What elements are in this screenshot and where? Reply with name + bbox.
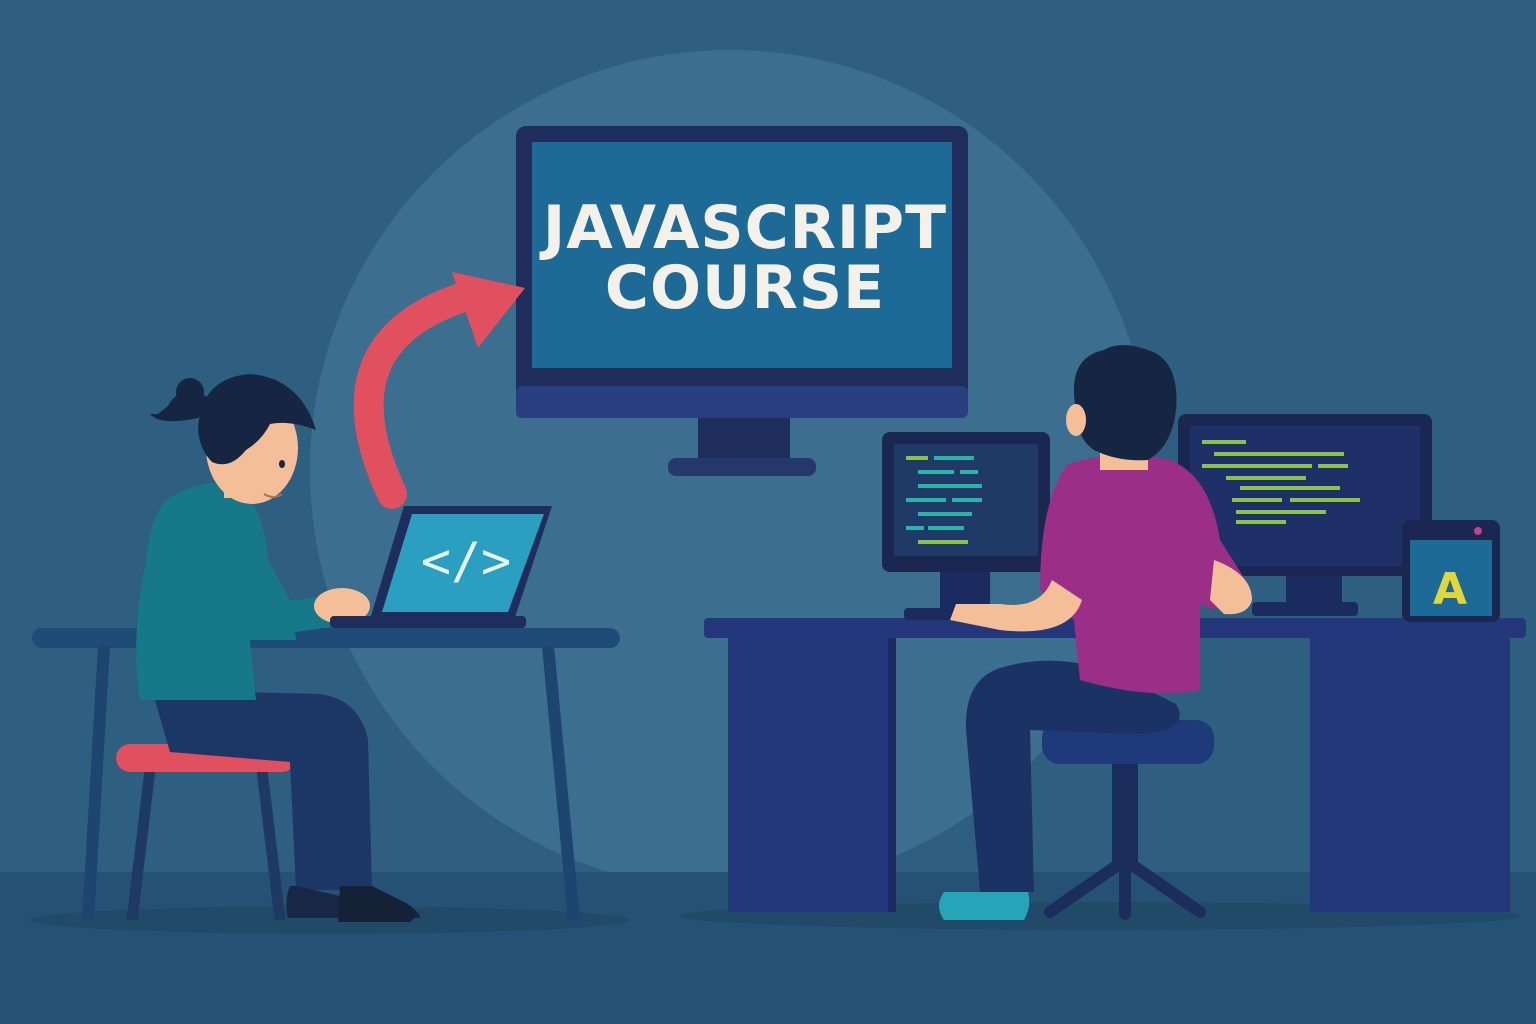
tablet: A [1402, 520, 1500, 622]
illustration-scene: JAVASCRIPT COURSE </> A [0, 0, 1536, 1024]
code-icon: </> [421, 532, 511, 590]
large-monitor-screen [1190, 426, 1420, 566]
course-title-line2: COURSE [605, 253, 885, 323]
tablet-letter: A [1433, 564, 1467, 615]
